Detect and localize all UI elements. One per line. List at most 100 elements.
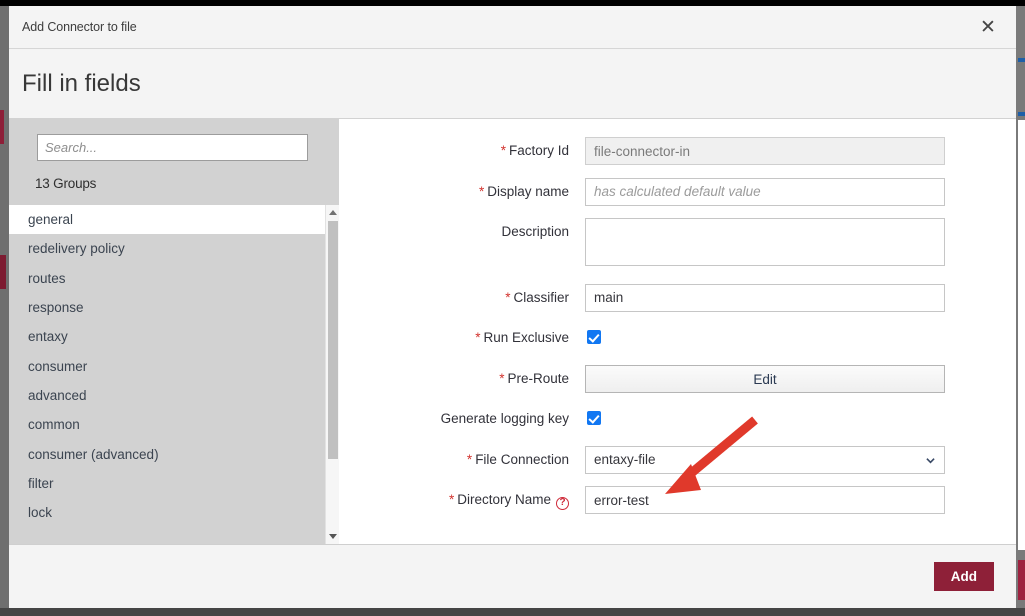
form-row-generate-logging-key: Generate logging key xyxy=(340,405,954,433)
form-label-text: Run Exclusive xyxy=(483,330,569,345)
form-label-text: Pre-Route xyxy=(507,371,569,386)
sidebar-item-label: response xyxy=(28,300,84,315)
form-row-description: Description xyxy=(340,218,954,271)
connector-form: *Factory Id*Display nameDescription*Clas… xyxy=(339,119,1016,544)
dialog-body: 13 Groups general redelivery policy routes… xyxy=(9,119,1016,544)
search-container xyxy=(9,119,339,161)
dialog-window-title: Add Connector to file xyxy=(22,20,137,34)
help-circle-icon[interactable]: ? xyxy=(556,497,569,510)
chevron-up-icon xyxy=(329,210,337,215)
form-label-text: Directory Name xyxy=(457,492,551,507)
background-right-content xyxy=(1018,120,1025,550)
form-control-file-connection: entaxy-file xyxy=(585,446,945,474)
sidebar-item-label: general xyxy=(28,212,73,227)
form-label-factory-id: *Factory Id xyxy=(340,137,585,165)
background-bottom-bar xyxy=(0,608,1025,616)
sidebar-item-consumer[interactable]: consumer xyxy=(9,351,325,380)
form-label-classifier: *Classifier xyxy=(340,284,585,312)
pre-route-edit-button[interactable]: Edit xyxy=(585,365,945,393)
sidebar-item-response[interactable]: response xyxy=(9,293,325,322)
groups-list: general redelivery policy routes response en… xyxy=(9,205,325,544)
scroll-up-button[interactable] xyxy=(326,205,339,220)
form-label-directory-name: *Directory Name? xyxy=(340,486,585,514)
form-control-run-exclusive xyxy=(585,324,945,344)
dialog-header: Fill in fields xyxy=(9,49,1016,119)
form-control-description xyxy=(585,218,945,271)
form-control-generate-logging-key xyxy=(585,405,945,425)
required-asterisk: * xyxy=(505,290,510,305)
form-label-file-connection: *File Connection xyxy=(340,446,585,474)
sidebar-item-redelivery-policy[interactable]: redelivery policy xyxy=(9,234,325,263)
chevron-down-icon xyxy=(329,534,337,539)
sidebar-item-filter[interactable]: filter xyxy=(9,469,325,498)
form-control-factory-id xyxy=(585,137,945,165)
generate-logging-key-checkbox[interactable] xyxy=(587,411,601,425)
sidebar-item-lock[interactable]: lock xyxy=(9,498,325,527)
page-title: Fill in fields xyxy=(22,70,141,98)
form-row-file-connection: *File Connectionentaxy-file xyxy=(340,446,954,474)
form-control-display-name xyxy=(585,178,945,206)
scroll-down-button[interactable] xyxy=(326,529,339,544)
required-asterisk: * xyxy=(501,143,506,158)
background-left-accent-2 xyxy=(0,255,6,289)
required-asterisk: * xyxy=(479,184,484,199)
form-control-directory-name xyxy=(585,486,945,514)
scrollbar-thumb[interactable] xyxy=(328,221,338,459)
dialog-footer: Add xyxy=(9,544,1016,608)
groups-scrollbar[interactable] xyxy=(325,205,339,544)
sidebar-item-general[interactable]: general xyxy=(9,205,325,234)
run-exclusive-checkbox[interactable] xyxy=(587,330,601,344)
form-label-text: Classifier xyxy=(513,290,569,305)
form-control-pre-route: Edit xyxy=(585,365,945,393)
sidebar-item-label: entaxy xyxy=(28,329,68,344)
form-row-classifier: *Classifier xyxy=(340,284,954,312)
groups-count-label: 13 Groups xyxy=(9,161,339,205)
screen-root: Add Connector to file ✕ Fill in fields 1… xyxy=(0,0,1025,616)
search-input[interactable] xyxy=(37,134,308,161)
form-label-text: Display name xyxy=(487,184,569,199)
form-label-description: Description xyxy=(340,218,585,246)
directory-name-input[interactable] xyxy=(585,486,945,514)
form-row-pre-route: *Pre-Route Edit xyxy=(340,365,954,393)
required-asterisk: * xyxy=(499,371,504,386)
factory-id-input xyxy=(585,137,945,165)
sidebar-item-advanced[interactable]: advanced xyxy=(9,381,325,410)
classifier-input[interactable] xyxy=(585,284,945,312)
sidebar-item-consumer-advanced-[interactable]: consumer (advanced) xyxy=(9,439,325,468)
background-left-strip xyxy=(0,6,9,616)
sidebar-item-label: routes xyxy=(28,271,66,286)
background-right-accent-1 xyxy=(1018,58,1025,62)
sidebar-item-common[interactable]: common xyxy=(9,410,325,439)
form-row-run-exclusive: *Run Exclusive xyxy=(340,324,954,352)
add-button[interactable]: Add xyxy=(934,562,994,591)
sidebar-item-routes[interactable]: routes xyxy=(9,264,325,293)
form-label-text: Description xyxy=(501,224,569,239)
sidebar-item-label: common xyxy=(28,417,80,432)
form-row-factory-id: *Factory Id xyxy=(340,137,954,165)
form-label-generate-logging-key: Generate logging key xyxy=(340,405,585,433)
form-label-text: Generate logging key xyxy=(441,411,569,426)
required-asterisk: * xyxy=(475,330,480,345)
file-connection-select[interactable]: entaxy-file xyxy=(585,446,945,474)
sidebar-item-label: consumer xyxy=(28,359,87,374)
form-row-display-name: *Display name xyxy=(340,178,954,206)
form-label-display-name: *Display name xyxy=(340,178,585,206)
close-icon[interactable]: ✕ xyxy=(974,13,1002,41)
required-asterisk: * xyxy=(467,452,472,467)
background-right-accent-3 xyxy=(1018,560,1025,600)
sidebar-item-label: consumer (advanced) xyxy=(28,447,159,462)
dialog-titlebar: Add Connector to file ✕ xyxy=(9,6,1016,49)
sidebar-item-label: lock xyxy=(28,505,52,520)
display-name-input[interactable] xyxy=(585,178,945,206)
background-right-accent-2 xyxy=(1018,112,1025,116)
sidebar-item-label: advanced xyxy=(28,388,87,403)
form-label-text: Factory Id xyxy=(509,143,569,158)
sidebar-item-label: redelivery policy xyxy=(28,241,125,256)
add-connector-dialog: Add Connector to file ✕ Fill in fields 1… xyxy=(9,6,1016,608)
description-textarea[interactable] xyxy=(585,218,945,266)
form-control-classifier xyxy=(585,284,945,312)
form-row-directory-name: *Directory Name? xyxy=(340,486,954,514)
sidebar-item-entaxy[interactable]: entaxy xyxy=(9,322,325,351)
form-label-run-exclusive: *Run Exclusive xyxy=(340,324,585,352)
chevron-down-icon xyxy=(926,456,935,465)
